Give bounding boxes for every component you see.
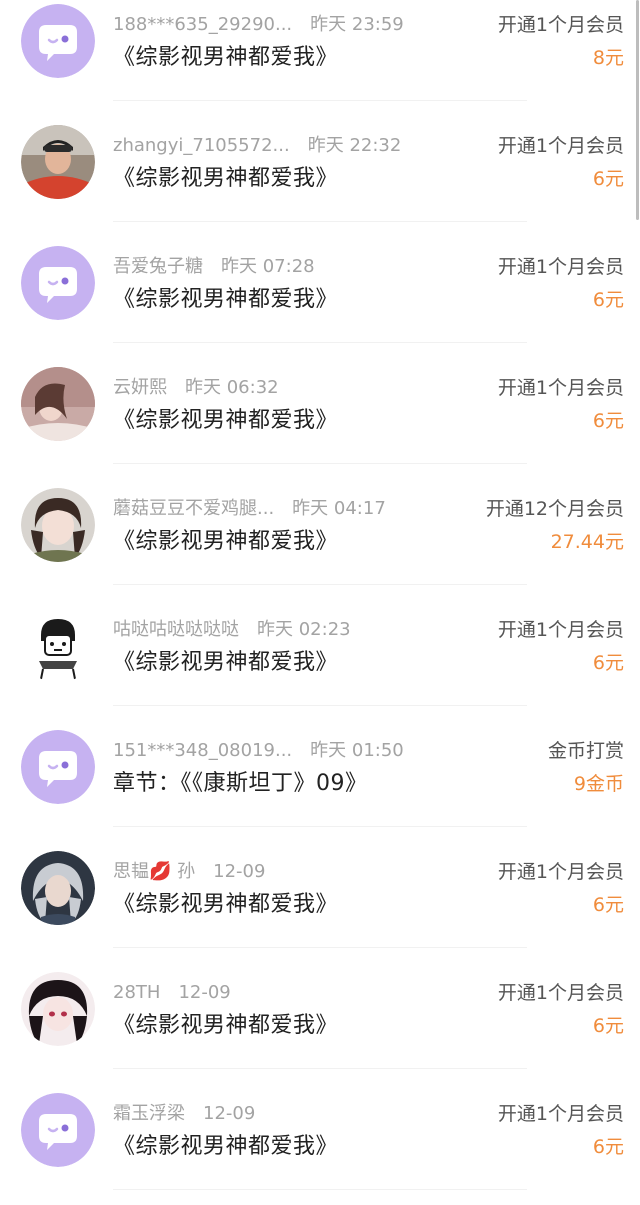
cartoon-avatar[interactable] — [21, 609, 95, 683]
timestamp: 12-09 — [213, 861, 266, 882]
purchase-type: 开通1个月会员 — [497, 619, 624, 641]
list-item[interactable]: 蘑菇豆豆不爱鸡腿... 昨天 04:17 《综影视男神都爱我》 开通12个月会员 … — [0, 484, 640, 605]
list-item[interactable]: 151***348_08019... 昨天 01:50 章节：《《康斯坦丁》09》… — [0, 726, 640, 847]
list-item[interactable]: 思韫💋 孙 12-09 《综影视男神都爱我》 开通1个月会员 6元 — [0, 847, 640, 968]
username: 151***348_08019... — [113, 740, 293, 761]
amount: 6元 — [592, 1015, 624, 1037]
user-meta: zhangyi_7105572... 昨天 22:32 — [113, 135, 401, 157]
list-item[interactable]: 吾爱兔子糖 昨天 07:28 《综影视男神都爱我》 开通1个月会员 6元 — [0, 242, 640, 363]
item-title: 《综影视男神都爱我》 — [113, 650, 339, 675]
timestamp: 昨天 02:23 — [257, 619, 351, 640]
timestamp: 昨天 07:28 — [221, 256, 315, 277]
user-meta: 蘑菇豆豆不爱鸡腿... 昨天 04:17 — [113, 498, 386, 520]
photo-avatar[interactable] — [21, 972, 95, 1046]
scrollbar[interactable] — [636, 0, 639, 220]
amount: 6元 — [592, 168, 624, 190]
purchase-type: 开通1个月会员 — [497, 1103, 624, 1125]
purchase-type: 开通1个月会员 — [497, 14, 624, 36]
item-title: 《综影视男神都爱我》 — [113, 166, 339, 191]
divider — [113, 1068, 527, 1069]
amount: 8元 — [592, 47, 624, 69]
username: 28TH — [113, 982, 161, 1003]
list-item[interactable]: 云妍熙 昨天 06:32 《综影视男神都爱我》 开通1个月会员 6元 — [0, 363, 640, 484]
timestamp: 昨天 22:32 — [307, 135, 402, 156]
purchase-type: 开通1个月会员 — [497, 377, 624, 399]
item-title: 《综影视男神都爱我》 — [113, 1134, 339, 1159]
user-meta: 思韫💋 孙 12-09 — [113, 861, 265, 883]
amount: 6元 — [592, 1136, 624, 1158]
divider — [113, 221, 527, 222]
divider — [113, 584, 527, 585]
timestamp: 昨天 06:32 — [185, 377, 279, 398]
item-title: 《综影视男神都爱我》 — [113, 45, 339, 70]
divider — [113, 1189, 527, 1190]
item-title: 《综影视男神都爱我》 — [113, 1013, 339, 1038]
income-record-list: 188***635_29290... 昨天 23:59 《综影视男神都爱我》 开通… — [0, 0, 640, 1205]
user-meta: 28TH 12-09 — [113, 982, 231, 1004]
username: 蘑菇豆豆不爱鸡腿... — [113, 498, 275, 519]
divider — [113, 947, 527, 948]
purchase-type: 开通1个月会员 — [497, 135, 624, 157]
purchase-type: 开通1个月会员 — [497, 982, 624, 1004]
divider — [113, 705, 527, 706]
timestamp: 12-09 — [203, 1103, 256, 1124]
divider — [113, 100, 527, 101]
photo-avatar[interactable] — [21, 488, 95, 562]
user-meta: 霜玉浮梁 12-09 — [113, 1103, 255, 1125]
username: zhangyi_7105572... — [113, 135, 290, 156]
purchase-type: 开通12个月会员 — [485, 498, 624, 520]
item-title: 《综影视男神都爱我》 — [113, 892, 339, 917]
purchase-type: 开通1个月会员 — [497, 256, 624, 278]
list-item[interactable]: 188***635_29290... 昨天 23:59 《综影视男神都爱我》 开通… — [0, 0, 640, 121]
purchase-type: 金币打赏 — [547, 740, 624, 762]
purchase-type: 开通1个月会员 — [497, 861, 624, 883]
amount: 9金币 — [573, 773, 624, 795]
item-title: 章节：《《康斯坦丁》09》 — [113, 771, 368, 796]
user-meta: 云妍熙 昨天 06:32 — [113, 377, 279, 399]
list-item[interactable]: 霜玉浮梁 12-09 《综影视男神都爱我》 开通1个月会员 6元 — [0, 1089, 640, 1205]
amount: 6元 — [592, 894, 624, 916]
username: 咕哒咕哒哒哒哒 — [113, 619, 239, 640]
default-avatar-icon[interactable] — [21, 246, 95, 320]
default-avatar-icon[interactable] — [21, 4, 95, 78]
amount: 6元 — [592, 410, 624, 432]
photo-avatar[interactable] — [21, 851, 95, 925]
default-avatar-icon[interactable] — [21, 1093, 95, 1167]
item-title: 《综影视男神都爱我》 — [113, 529, 339, 554]
username: 云妍熙 — [113, 377, 167, 398]
divider — [113, 463, 527, 464]
username: 吾爱兔子糖 — [113, 256, 203, 277]
username: 188***635_29290... — [113, 14, 293, 35]
username: 霜玉浮梁 — [113, 1103, 185, 1124]
timestamp: 昨天 01:50 — [310, 740, 404, 761]
photo-avatar[interactable] — [21, 125, 95, 199]
photo-avatar[interactable] — [21, 367, 95, 441]
user-meta: 151***348_08019... 昨天 01:50 — [113, 740, 404, 762]
divider — [113, 342, 527, 343]
timestamp: 12-09 — [178, 982, 231, 1003]
timestamp: 昨天 23:59 — [310, 14, 404, 35]
item-title: 《综影视男神都爱我》 — [113, 408, 339, 433]
list-item[interactable]: 咕哒咕哒哒哒哒 昨天 02:23 《综影视男神都爱我》 开通1个月会员 6元 — [0, 605, 640, 726]
amount: 6元 — [592, 652, 624, 674]
username: 思韫💋 孙 — [113, 861, 196, 882]
list-item[interactable]: zhangyi_7105572... 昨天 22:32 《综影视男神都爱我》 开通… — [0, 121, 640, 242]
default-avatar-icon[interactable] — [21, 730, 95, 804]
user-meta: 吾爱兔子糖 昨天 07:28 — [113, 256, 315, 278]
user-meta: 188***635_29290... 昨天 23:59 — [113, 14, 404, 36]
list-item[interactable]: 28TH 12-09 《综影视男神都爱我》 开通1个月会员 6元 — [0, 968, 640, 1089]
amount: 27.44元 — [550, 531, 624, 553]
item-title: 《综影视男神都爱我》 — [113, 287, 339, 312]
user-meta: 咕哒咕哒哒哒哒 昨天 02:23 — [113, 619, 351, 641]
amount: 6元 — [592, 289, 624, 311]
divider — [113, 826, 527, 827]
timestamp: 昨天 04:17 — [292, 498, 386, 519]
